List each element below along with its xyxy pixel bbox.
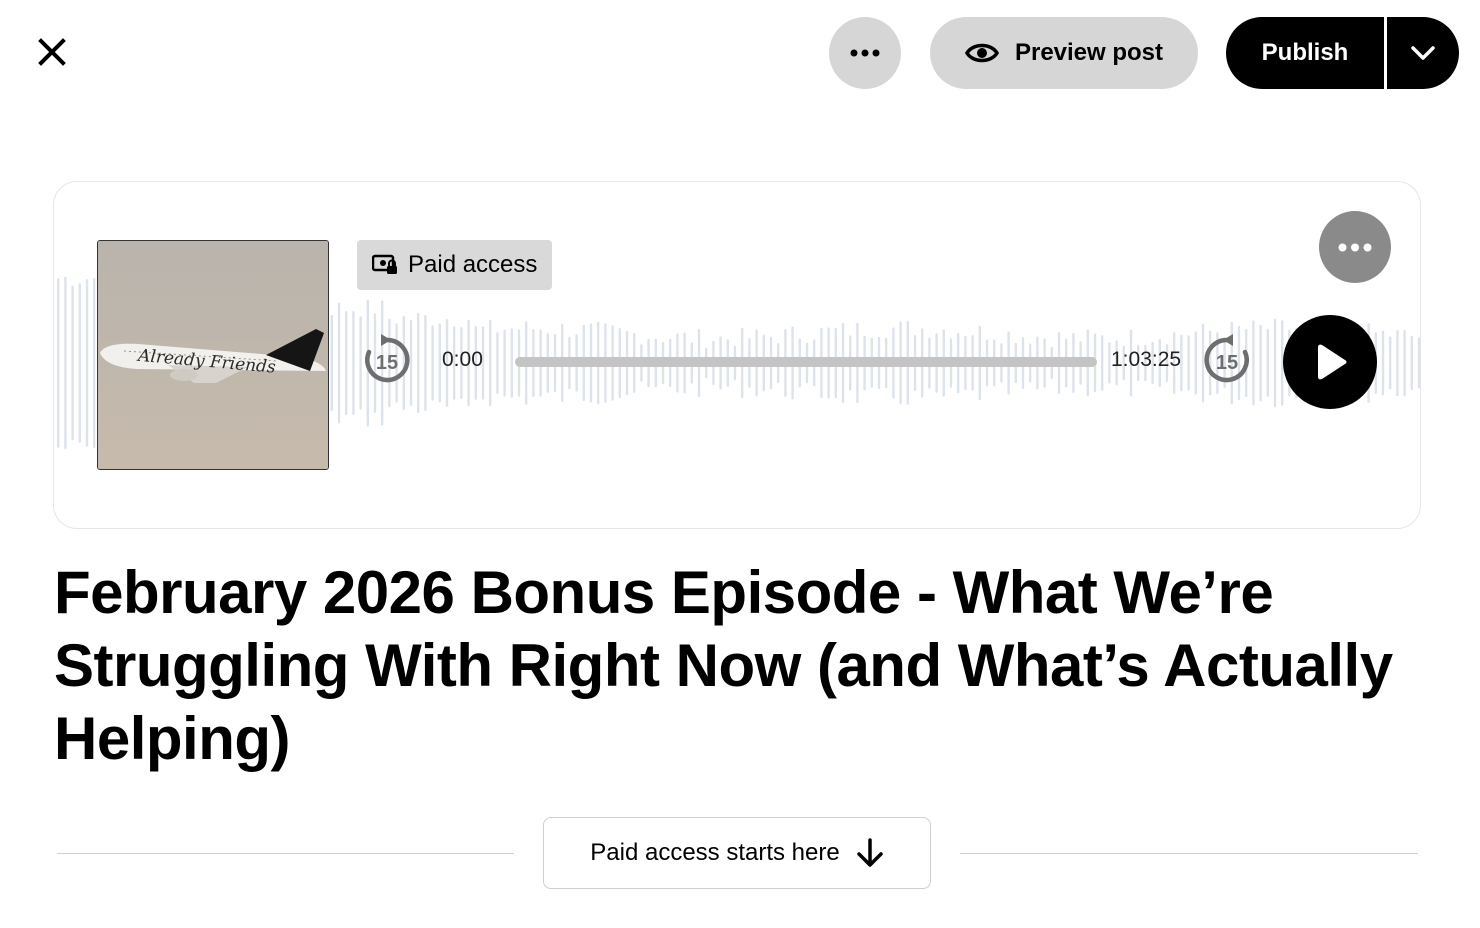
preview-post-button[interactable]: Preview post bbox=[930, 17, 1198, 89]
waveform-bar bbox=[496, 332, 499, 394]
more-horizontal-icon bbox=[850, 49, 880, 57]
post-title[interactable]: February 2026 Bonus Episode - What We’re… bbox=[54, 556, 1434, 775]
waveform-bar bbox=[78, 283, 81, 443]
audio-player-card: Already Friends Paid access 15 0:00 1:03… bbox=[53, 181, 1421, 529]
publish-label: Publish bbox=[1261, 39, 1349, 66]
paid-access-label: Paid access bbox=[408, 251, 538, 278]
waveform-bar bbox=[489, 319, 492, 407]
waveform-bar bbox=[57, 278, 60, 448]
chevron-down-icon bbox=[1411, 46, 1435, 60]
waveform-bar bbox=[64, 276, 67, 450]
waveform-bar bbox=[1381, 330, 1385, 396]
skip-back-label: 15 bbox=[376, 352, 398, 374]
publish-button-group: Publish bbox=[1226, 17, 1459, 89]
total-duration: 1:03:25 bbox=[1111, 348, 1182, 371]
locked-money-icon bbox=[372, 254, 397, 274]
waveform-bar bbox=[1187, 335, 1190, 391]
player-more-options-button[interactable] bbox=[1319, 211, 1391, 283]
play-button[interactable] bbox=[1283, 315, 1377, 409]
publish-options-dropdown[interactable] bbox=[1387, 17, 1459, 89]
waveform-bar bbox=[510, 328, 513, 398]
preview-post-label: Preview post bbox=[1014, 39, 1164, 66]
forward-15-icon: 15 bbox=[1204, 334, 1249, 383]
waveform-bar bbox=[85, 279, 89, 447]
rewind-15-icon: 15 bbox=[365, 334, 410, 383]
more-options-button[interactable] bbox=[829, 17, 901, 89]
arrow-down-icon bbox=[856, 838, 883, 867]
waveform-bar bbox=[1389, 336, 1392, 390]
waveform-bar bbox=[1410, 335, 1413, 391]
skip-back-15-button[interactable]: 15 bbox=[359, 332, 415, 388]
progress-slider[interactable] bbox=[515, 357, 1097, 367]
waveform-bar bbox=[1259, 324, 1262, 402]
skip-forward-label: 15 bbox=[1216, 352, 1238, 374]
eye-icon bbox=[964, 43, 999, 63]
waveform-bar bbox=[431, 325, 434, 401]
close-button[interactable] bbox=[24, 24, 80, 80]
paywall-divider-left bbox=[57, 853, 514, 854]
publish-button[interactable]: Publish bbox=[1226, 17, 1384, 89]
more-horizontal-icon bbox=[1338, 243, 1372, 251]
waveform-bar bbox=[1273, 318, 1277, 408]
airplane-image: Already Friends bbox=[98, 241, 328, 469]
waveform-bar bbox=[352, 310, 355, 416]
episode-cover-art: Already Friends bbox=[97, 240, 329, 470]
paid-access-starts-label: Paid access starts here bbox=[590, 839, 840, 866]
waveform-bar bbox=[345, 310, 348, 416]
waveform-bar bbox=[417, 312, 420, 414]
waveform-bar bbox=[93, 277, 96, 449]
waveform-bar bbox=[1417, 337, 1420, 389]
waveform-bar bbox=[337, 302, 341, 424]
current-time: 0:00 bbox=[442, 348, 483, 371]
paid-access-starts-here-marker[interactable]: Paid access starts here bbox=[543, 817, 931, 889]
skip-forward-15-button[interactable]: 15 bbox=[1199, 332, 1255, 388]
play-icon bbox=[1318, 344, 1347, 380]
waveform-bar bbox=[1396, 329, 1399, 397]
waveform-bar bbox=[1194, 331, 1197, 395]
waveform-bar bbox=[1101, 335, 1104, 391]
waveform-bar bbox=[71, 285, 74, 441]
waveform-bar bbox=[503, 329, 506, 397]
waveform-bar bbox=[1266, 328, 1269, 398]
waveform-bar bbox=[438, 323, 441, 403]
waveform-bar bbox=[1403, 329, 1406, 397]
waveform-bar bbox=[424, 314, 427, 412]
close-icon bbox=[38, 38, 66, 66]
paywall-divider-right bbox=[960, 853, 1418, 854]
waveform-bar bbox=[330, 314, 333, 412]
paid-access-badge: Paid access bbox=[357, 240, 553, 290]
